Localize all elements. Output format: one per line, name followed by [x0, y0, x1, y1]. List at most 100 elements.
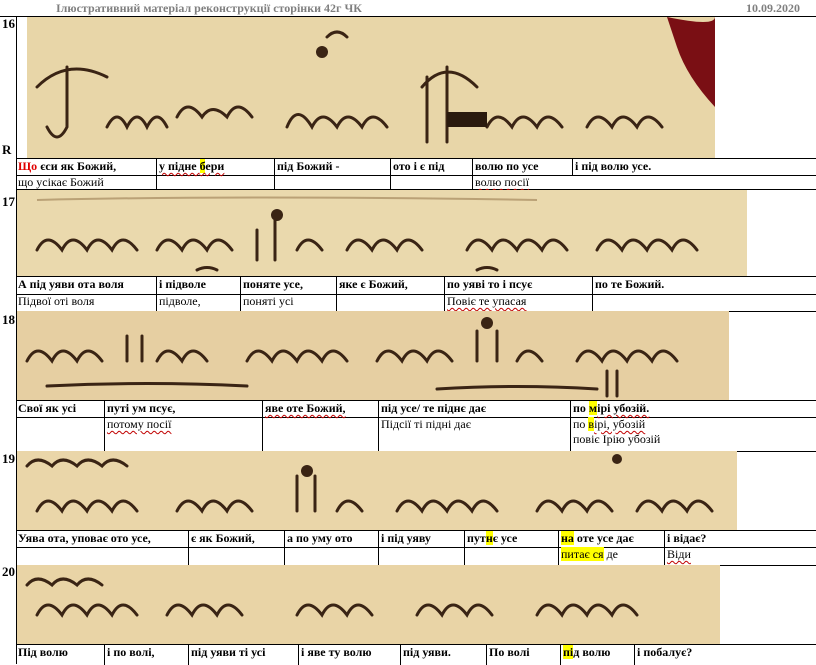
- cell-19-sub-6: питає ся де: [558, 547, 664, 565]
- line-number-20: 20: [2, 564, 15, 579]
- manuscript-image-line-18: [17, 311, 729, 400]
- cell-18-sub-3: [262, 417, 378, 451]
- cell-18-sub-5: по вірі, убозій повіє Ірію убозій: [570, 417, 816, 451]
- cell-text: єси як Божий,: [37, 159, 117, 173]
- cell-16-3: під Божий -: [274, 159, 390, 175]
- cell-17-sub-2: підволе,: [156, 294, 240, 311]
- cell-text: по: [573, 401, 589, 415]
- cell-17-6: по те Божий.: [592, 277, 816, 294]
- cell-text: ірі, убозій: [594, 417, 646, 431]
- cell-19-5: путнє усе: [464, 531, 558, 547]
- transcription-row-16: Що єси як Божий, у підне бери під Божий …: [16, 158, 816, 190]
- cell-text: оте усе дає: [573, 531, 634, 545]
- cell-20-8: і побалує?: [634, 645, 816, 665]
- cell-18-sub-2: потому посії: [104, 417, 262, 451]
- cell-19-6: на оте усе дає: [558, 531, 664, 547]
- cell-16-6: і під волю усе.: [572, 159, 816, 175]
- cell-text: д волю: [573, 645, 611, 659]
- cell-17-2: і підволе: [156, 277, 240, 294]
- cell-18-4: під усе/ те піднє дає: [378, 401, 570, 417]
- cell-19-3: а по уму ото: [284, 531, 378, 547]
- highlight: н: [485, 531, 493, 545]
- cell-20-4: і яве ту волю: [298, 645, 400, 665]
- transcription-row-18: Свої як усі путі ум псує, яве оте Божий,…: [16, 400, 816, 452]
- highlight: питає: [561, 547, 593, 561]
- manuscript-image-line-17: [17, 190, 747, 276]
- highlight: ся: [592, 547, 604, 561]
- cell-text: яве оте Божий,: [265, 401, 346, 415]
- cell-16-sub-5: волю посії: [472, 175, 572, 189]
- cell-text: Повіє те упасая: [447, 294, 527, 308]
- line-number-16: 16: [2, 16, 15, 31]
- cell-text: по: [573, 417, 589, 431]
- cell-text: волю посії: [475, 175, 530, 189]
- manuscript-image-line-20: [17, 565, 720, 644]
- highlight: пі: [563, 645, 574, 659]
- cell-text: ірі убозій.: [597, 401, 650, 415]
- cell-18-1: Свої як усі: [18, 401, 77, 415]
- cell-19-sub-3: [284, 547, 378, 565]
- cell-19-7: і відає?: [664, 531, 816, 547]
- cell-text: потому посії: [107, 417, 172, 431]
- cell-16-sub-4: [390, 175, 472, 189]
- page-header: Ілюстративний матеріал реконструкції сто…: [0, 0, 816, 17]
- cell-17-5: по уяві то і псує: [444, 277, 592, 294]
- cell-18-sub-4: Підсії ті підні дає: [378, 417, 570, 451]
- cell-20-6: По волі: [486, 645, 560, 665]
- transcription-row-19: Уява ота, уповає ото усе, є як Божий, а …: [16, 530, 816, 566]
- red-word: Що: [18, 159, 38, 173]
- cell-18-2: путі ум псує,: [104, 401, 262, 417]
- cell-text: Віди: [667, 547, 691, 561]
- page-date: 10.09.2020: [746, 1, 800, 15]
- cell-19-sub-2: [188, 547, 284, 565]
- cell-17-sub-6: [592, 294, 816, 311]
- cell-19-2: є як Божий,: [188, 531, 284, 547]
- line-number-19: 19: [2, 451, 15, 466]
- cell-17-3: поняте усе,: [240, 277, 336, 294]
- manuscript-image-line-16: [27, 17, 715, 158]
- cell-19-sub-5: [464, 547, 558, 565]
- cell-19-sub-4: [378, 547, 464, 565]
- cell-20-2: і по волі,: [104, 645, 188, 665]
- marker-r: R: [2, 142, 12, 157]
- cell-text: у підне: [159, 159, 200, 173]
- cell-20-3: під уяви ті усі: [188, 645, 298, 665]
- cell-18-5: по мірі убозій.: [570, 401, 816, 417]
- cell-20-5: під уяви.: [400, 645, 486, 665]
- cell-18-sub-1: [16, 417, 104, 451]
- cell-18-3: яве оте Божий,: [262, 401, 378, 417]
- cell-16-sub-2: [156, 175, 274, 189]
- cell-text-2: повіє Ірію убозій: [573, 432, 661, 446]
- cell-17-sub-5: Повіє те упасая: [444, 294, 592, 311]
- cell-20-1: Під волю: [18, 645, 68, 659]
- cell-19-sub-1: [16, 547, 188, 565]
- cell-16-5: волю по усе: [472, 159, 572, 175]
- cell-16-1: Що єси як Божий,: [16, 159, 156, 175]
- line-number-17: 17: [2, 194, 15, 209]
- cell-16-4: ото і є під: [390, 159, 472, 175]
- line-number-18: 18: [2, 312, 15, 327]
- cell-17-sub-1: Підвої оті воля: [18, 294, 95, 308]
- cell-19-1: Уява ота, уповає ото усе,: [18, 531, 151, 545]
- highlight: м: [588, 401, 598, 415]
- manuscript-image-line-19: [17, 451, 737, 530]
- cell-17-sub-4: [336, 294, 444, 311]
- cell-17-4: яке є Божий,: [336, 277, 444, 294]
- cell-text: є усе: [492, 531, 518, 545]
- cell-17-1: А під уяви ота воля: [18, 277, 124, 291]
- cell-16-sub-1: що усікає Божий: [18, 175, 104, 189]
- cell-19-sub-7: Віди: [664, 547, 816, 565]
- cell-19-4: і під уяву: [378, 531, 464, 547]
- line-number-column: 16 R 17 18 19 20: [0, 16, 17, 664]
- transcription-row-17: А під уяви ота воля і підволе поняте усе…: [16, 276, 816, 312]
- cell-17-sub-3: поняті усі: [240, 294, 336, 311]
- transcription-row-20: Під волю і по волі, під уяви ті усі і яв…: [16, 644, 816, 665]
- cell-16-2: у підне бери: [156, 159, 274, 175]
- cell-20-7: під волю: [560, 645, 634, 665]
- cell-16-sub-3: [274, 175, 390, 189]
- page-title: Ілюстративний матеріал реконструкції сто…: [56, 1, 362, 15]
- cell-text: пут: [467, 531, 486, 545]
- cell-text: де: [603, 547, 619, 561]
- cell-text: ери: [205, 159, 225, 173]
- highlight: на: [561, 531, 574, 545]
